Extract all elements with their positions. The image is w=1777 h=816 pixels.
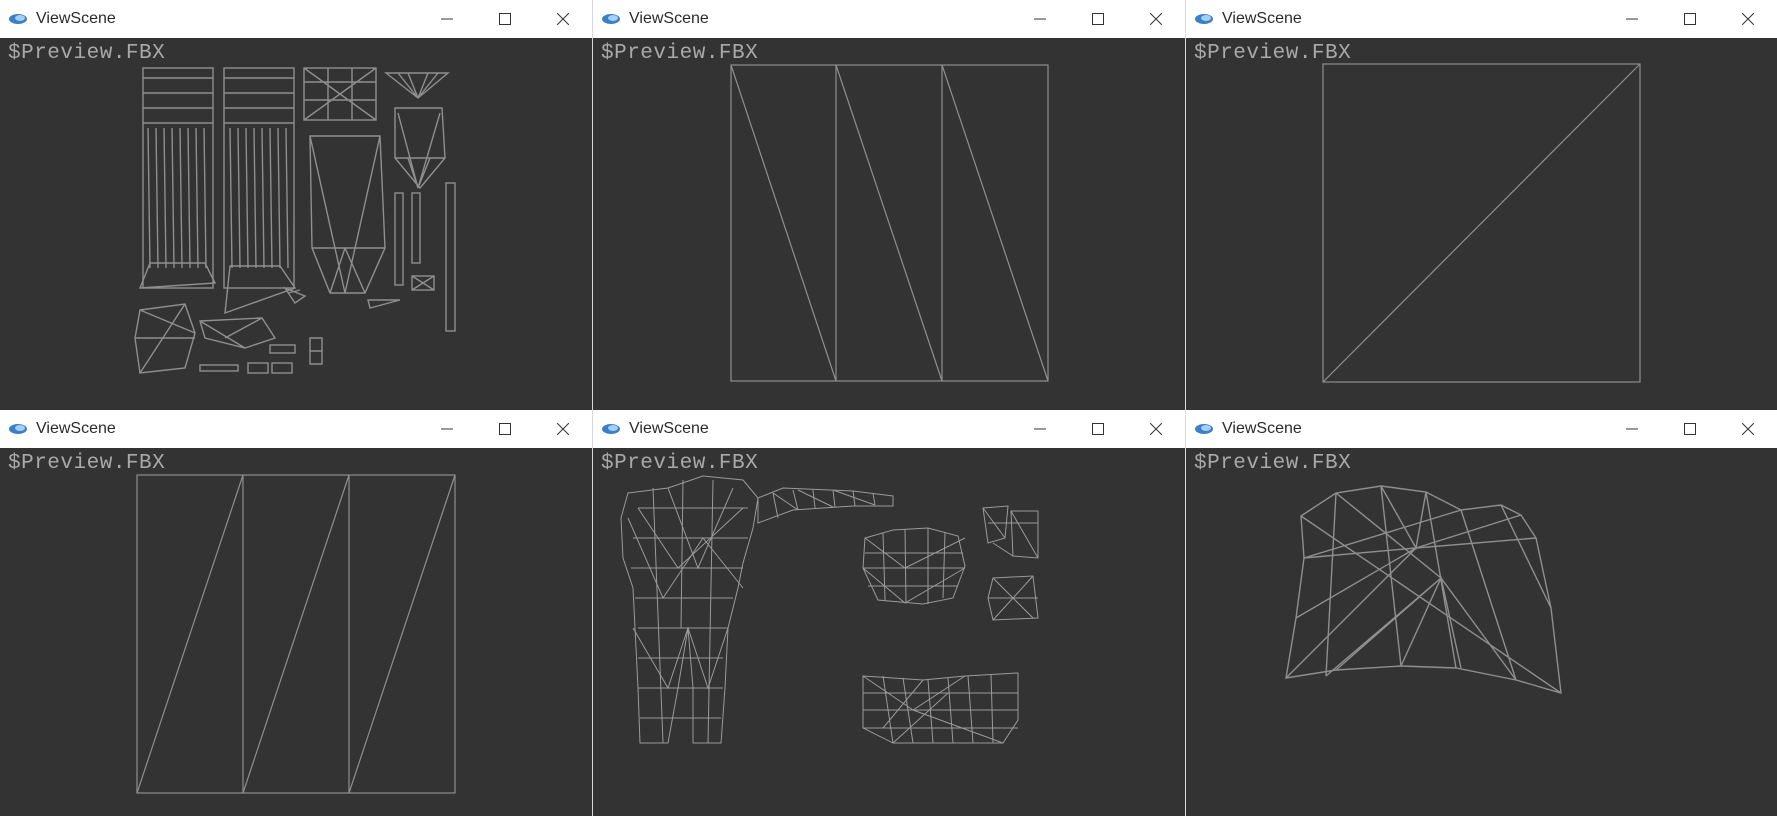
close-button[interactable] (1127, 410, 1185, 448)
minimize-icon (1034, 428, 1046, 430)
maximize-button[interactable] (476, 410, 534, 448)
viewport[interactable]: $Preview.FBX (1186, 38, 1777, 410)
viewport[interactable]: $Preview.FBX (1186, 448, 1777, 816)
title-bar[interactable]: ViewScene (593, 410, 1185, 448)
viewport[interactable]: $Preview.FBX (0, 38, 592, 410)
close-button[interactable] (534, 410, 592, 448)
viewscene-window-3[interactable]: ViewScene $Preview.FBX (1186, 0, 1777, 410)
maximize-icon (1092, 13, 1104, 25)
window-title: ViewScene (1222, 10, 1302, 27)
title-bar[interactable]: ViewScene (0, 0, 592, 38)
close-icon (557, 423, 569, 435)
maximize-button[interactable] (1661, 410, 1719, 448)
minimize-button[interactable] (1603, 410, 1661, 448)
close-icon (1150, 423, 1162, 435)
close-icon (557, 13, 569, 25)
minimize-icon (441, 428, 453, 430)
close-icon (1742, 423, 1754, 435)
close-button[interactable] (534, 0, 592, 38)
title-bar[interactable]: ViewScene (0, 410, 592, 448)
viewscene-app-icon (1195, 424, 1213, 434)
title-bar[interactable]: ViewScene (1186, 410, 1777, 448)
window-title: ViewScene (629, 10, 709, 27)
maximize-icon (1092, 423, 1104, 435)
minimize-button[interactable] (418, 410, 476, 448)
viewscene-window-2[interactable]: ViewScene $Preview.FBX (593, 0, 1185, 410)
minimize-button[interactable] (1011, 0, 1069, 38)
maximize-button[interactable] (1069, 410, 1127, 448)
viewscene-window-6[interactable]: ViewScene $Preview.FBX (1186, 410, 1777, 816)
close-button[interactable] (1719, 0, 1777, 38)
maximize-icon (499, 423, 511, 435)
viewport[interactable]: $Preview.FBX (593, 448, 1185, 816)
quad-strip-wireframe (730, 64, 1049, 382)
window-title: ViewScene (629, 420, 709, 437)
window-separator (1185, 0, 1186, 816)
quad-strip-wireframe (136, 474, 456, 794)
maximize-icon (499, 13, 511, 25)
viewport[interactable]: $Preview.FBX (0, 448, 592, 816)
viewscene-window-5[interactable]: ViewScene $Preview.FBX (593, 410, 1185, 816)
maximize-icon (1684, 13, 1696, 25)
maximize-button[interactable] (476, 0, 534, 38)
3d-mesh-wireframe (1285, 485, 1562, 694)
viewscene-app-icon (9, 14, 27, 24)
character-uv-wireframe (620, 475, 1039, 744)
minimize-button[interactable] (1603, 0, 1661, 38)
title-bar[interactable]: ViewScene (1186, 0, 1777, 38)
title-bar[interactable]: ViewScene (593, 0, 1185, 38)
close-icon (1742, 13, 1754, 25)
window-title: ViewScene (36, 420, 116, 437)
close-icon (1150, 13, 1162, 25)
minimize-icon (1626, 428, 1638, 430)
viewscene-window-4[interactable]: ViewScene $Preview.FBX (0, 410, 592, 816)
viewscene-app-icon (602, 424, 620, 434)
viewscene-app-icon (602, 14, 620, 24)
minimize-icon (1626, 18, 1638, 20)
viewscene-app-icon (1195, 14, 1213, 24)
minimize-button[interactable] (418, 0, 476, 38)
close-button[interactable] (1719, 410, 1777, 448)
viewscene-window-1[interactable]: ViewScene $Preview.FBX (0, 0, 592, 410)
minimize-button[interactable] (1011, 410, 1069, 448)
viewscene-app-icon (9, 424, 27, 434)
maximize-button[interactable] (1661, 0, 1719, 38)
window-title: ViewScene (36, 10, 116, 27)
maximize-button[interactable] (1069, 0, 1127, 38)
window-separator (592, 0, 593, 816)
minimize-icon (441, 18, 453, 20)
minimize-icon (1034, 18, 1046, 20)
single-quad-wireframe (1322, 63, 1641, 383)
close-button[interactable] (1127, 0, 1185, 38)
maximize-icon (1684, 423, 1696, 435)
viewport[interactable]: $Preview.FBX (593, 38, 1185, 410)
window-title: ViewScene (1222, 420, 1302, 437)
uv-atlas-wireframe (134, 67, 456, 374)
